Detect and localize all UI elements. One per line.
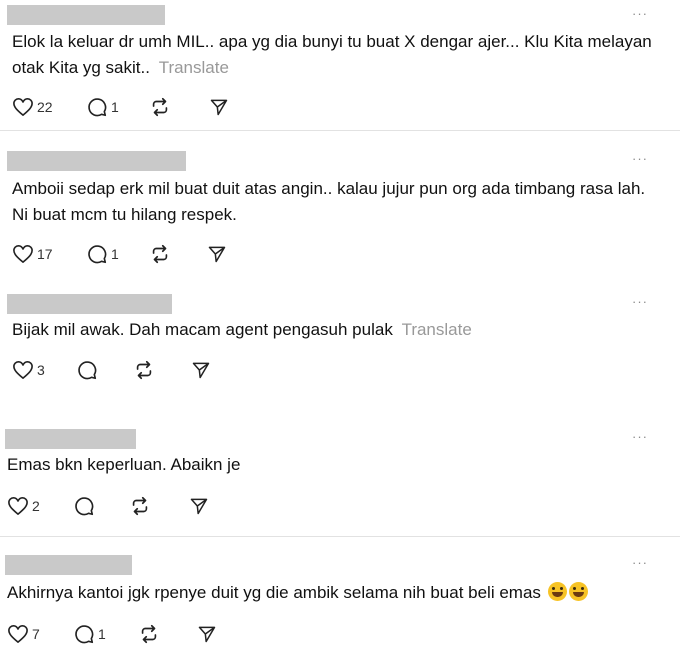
comment-post: ··· Bijak mil awak. Dah macam agent peng… <box>0 279 680 411</box>
like-count: 17 <box>37 246 53 262</box>
reply-count: 1 <box>98 626 106 642</box>
comment-text: Bijak mil awak. Dah macam agent pengasuh… <box>12 317 652 343</box>
comment-body: Bijak mil awak. Dah macam agent pengasuh… <box>12 320 393 339</box>
repost-button[interactable] <box>133 357 155 383</box>
reply-count: 1 <box>111 99 119 115</box>
grinning-sweat-emoji <box>547 582 567 601</box>
share-button[interactable] <box>197 621 217 647</box>
action-bar: 22 1 <box>12 94 312 120</box>
comment-text: Akhirnya kantoi jgk rpenye duit yg die a… <box>7 580 647 606</box>
laughing-tears-emoji <box>568 582 588 601</box>
redacted-username <box>5 555 132 575</box>
repost-icon <box>152 244 168 264</box>
like-button[interactable]: 2 <box>7 493 40 519</box>
translate-link[interactable]: Translate <box>402 320 472 339</box>
comment-icon <box>88 98 107 117</box>
send-icon <box>198 626 216 643</box>
send-icon <box>208 246 226 263</box>
action-bar: 7 1 <box>7 621 307 647</box>
like-button[interactable]: 17 <box>12 241 53 267</box>
redacted-username <box>7 294 172 314</box>
reply-button[interactable]: 1 <box>86 94 119 120</box>
repost-button[interactable] <box>138 621 160 647</box>
comment-icon <box>88 245 107 264</box>
comment-icon <box>75 497 94 516</box>
share-button[interactable] <box>189 493 209 519</box>
like-button[interactable]: 7 <box>7 621 40 647</box>
comment-text: Elok la keluar dr umh MIL.. apa yg dia b… <box>12 29 652 81</box>
repost-button[interactable] <box>129 493 151 519</box>
comment-text: Emas bkn keperluan. Abaikn je <box>7 452 647 478</box>
share-button[interactable] <box>191 357 211 383</box>
more-options-icon[interactable]: ··· <box>632 7 648 20</box>
send-icon <box>210 99 228 116</box>
comment-post: ··· Elok la keluar dr umh MIL.. apa yg d… <box>0 0 680 130</box>
like-count: 2 <box>32 498 40 514</box>
like-count: 3 <box>37 362 45 378</box>
more-options-icon[interactable]: ··· <box>632 152 648 165</box>
send-icon <box>192 362 210 379</box>
share-button[interactable] <box>209 94 229 120</box>
comment-text: Amboii sedap erk mil buat duit atas angi… <box>12 176 652 228</box>
like-button[interactable]: 22 <box>12 94 53 120</box>
reply-button[interactable] <box>73 493 95 519</box>
heart-icon <box>13 98 33 116</box>
like-count: 22 <box>37 99 53 115</box>
translate-link[interactable]: Translate <box>159 58 229 77</box>
more-options-icon[interactable]: ··· <box>632 430 648 443</box>
redacted-username <box>7 151 186 171</box>
repost-icon <box>136 360 152 380</box>
comment-post: ··· Akhirnya kantoi jgk rpenye duit yg d… <box>0 537 680 651</box>
redacted-username <box>5 429 136 449</box>
repost-icon <box>152 97 168 117</box>
heart-icon <box>13 245 33 263</box>
action-bar: 3 <box>12 357 312 383</box>
comment-post: ··· Emas bkn keperluan. Abaikn je 2 <box>0 411 680 536</box>
repost-icon <box>141 624 157 644</box>
comment-body: Elok la keluar dr umh MIL.. apa yg dia b… <box>12 32 652 77</box>
repost-button[interactable] <box>149 94 171 120</box>
redacted-username <box>7 5 165 25</box>
more-options-icon[interactable]: ··· <box>632 556 648 569</box>
action-bar: 17 1 <box>12 241 312 267</box>
heart-icon <box>8 497 28 515</box>
action-bar: 2 <box>7 493 307 519</box>
reply-button[interactable]: 1 <box>86 241 119 267</box>
repost-button[interactable] <box>149 241 171 267</box>
comment-icon <box>75 625 94 644</box>
reply-count: 1 <box>111 246 119 262</box>
comment-icon <box>78 361 97 380</box>
comment-body: Akhirnya kantoi jgk rpenye duit yg die a… <box>7 583 541 602</box>
heart-icon <box>8 625 28 643</box>
reply-button[interactable] <box>76 357 98 383</box>
share-button[interactable] <box>207 241 227 267</box>
comment-body: Emas bkn keperluan. Abaikn je <box>7 455 241 474</box>
reply-button[interactable]: 1 <box>73 621 106 647</box>
like-count: 7 <box>32 626 40 642</box>
more-options-icon[interactable]: ··· <box>632 295 648 308</box>
like-button[interactable]: 3 <box>12 357 45 383</box>
comment-body: Amboii sedap erk mil buat duit atas angi… <box>12 179 646 224</box>
comment-post: ··· Amboii sedap erk mil buat duit atas … <box>0 131 680 279</box>
heart-icon <box>13 361 33 379</box>
send-icon <box>190 498 208 515</box>
repost-icon <box>132 496 148 516</box>
